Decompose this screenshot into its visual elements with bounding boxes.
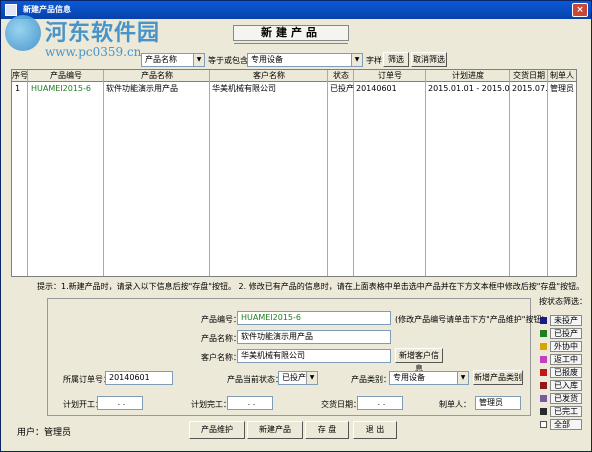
status-filter-label: 已投产 xyxy=(550,328,582,339)
watermark-logo-icon xyxy=(5,15,41,51)
status-swatch xyxy=(540,330,547,337)
column-divider xyxy=(104,70,210,276)
column-divider xyxy=(210,70,328,276)
cell-status: 已投产 xyxy=(330,84,354,93)
creator-label: 制单人： xyxy=(439,400,471,409)
watermark-title: 河东软件园 xyxy=(45,20,161,46)
status-swatch xyxy=(540,356,547,363)
cancel-filter-button[interactable]: 取消筛选 xyxy=(411,52,447,67)
status-select-value: 已投产 xyxy=(282,373,306,382)
column-divider xyxy=(354,70,426,276)
col-header-creator[interactable]: 制单人 xyxy=(548,70,576,82)
cell-delivery: 2015.07.08 xyxy=(512,84,548,93)
status-swatch xyxy=(540,395,547,402)
cell-creator: 管理员 xyxy=(550,84,574,93)
chevron-down-icon[interactable]: ▼ xyxy=(457,372,468,384)
category-select[interactable]: 专用设备 ▼ xyxy=(389,371,469,385)
status-swatch xyxy=(540,408,547,415)
code-label: 产品编号： xyxy=(201,315,241,324)
plan-start-field[interactable]: . . xyxy=(97,396,143,410)
code-field[interactable]: HUAMEI2015-6 xyxy=(237,311,391,325)
name-field[interactable]: 软件功能演示用产品 xyxy=(237,330,391,344)
product-table[interactable]: 序号 产品编号 产品名称 客户名称 状态 订单号 计划进度 交货日期 制单人 1… xyxy=(11,69,577,277)
status-swatch xyxy=(540,369,547,376)
col-header-delivery[interactable]: 交货日期 xyxy=(510,70,548,82)
col-header-no[interactable]: 序号 xyxy=(12,70,28,82)
exit-button[interactable]: 退 出 xyxy=(353,421,397,439)
code-hint: (修改产品编号请单击下方"产品维护"按钮) xyxy=(395,315,545,324)
cell-schedule: 2015.01.01 - 2015.06.09 xyxy=(428,84,510,93)
status-filter-title: 按状态筛选： xyxy=(539,297,587,306)
save-button[interactable]: 存 盘 xyxy=(305,421,349,439)
col-header-status[interactable]: 状态 xyxy=(328,70,354,82)
column-divider xyxy=(12,70,28,276)
order-label: 所属订单号： xyxy=(63,375,111,384)
chevron-down-icon[interactable]: ▼ xyxy=(193,54,204,66)
status-swatch xyxy=(540,382,547,389)
status-filter-label: 已入库 xyxy=(550,380,582,391)
cell-code: HUAMEI2015-6 xyxy=(31,84,91,93)
maintain-button[interactable]: 产品维护 xyxy=(189,421,245,439)
col-header-schedule[interactable]: 计划进度 xyxy=(426,70,510,82)
cell-customer: 华美机械有限公司 xyxy=(212,84,276,93)
chevron-down-icon[interactable]: ▼ xyxy=(351,54,362,66)
app-window: 新建产品信息 × 河东软件园 www.pc0359.cn 新建产品 产品名称 ▼… xyxy=(0,0,592,452)
col-header-name[interactable]: 产品名称 xyxy=(104,70,210,82)
status-filter-label: 已完工 xyxy=(550,406,582,417)
status-swatch xyxy=(540,343,547,350)
creator-field[interactable]: 管理员 xyxy=(475,396,521,410)
category-select-value: 专用设备 xyxy=(393,373,425,382)
filter-field-value: 产品名称 xyxy=(145,55,177,64)
watermark-url: www.pc0359.cn xyxy=(45,45,142,59)
status-filter-label: 外协中 xyxy=(550,341,582,352)
hint-text: 提示：1.新建产品时，请录入以下信息后按"存盘"按钮。 2. 修改已有产品的信息… xyxy=(37,282,585,291)
column-divider xyxy=(28,70,104,276)
current-user: 用户：管理员 xyxy=(17,428,72,438)
status-filter-label: 已报废 xyxy=(550,367,582,378)
new-customer-button[interactable]: 新增客户信息 xyxy=(395,348,443,373)
bottom-bar: 用户：管理员 产品维护 新建产品 存 盘 退 出 xyxy=(9,421,585,441)
filter-keyword-value: 专用设备 xyxy=(251,55,283,64)
cell-name: 软件功能演示用产品 xyxy=(106,84,178,93)
panel-title: 新建产品 xyxy=(233,25,349,44)
column-divider xyxy=(328,70,354,276)
close-button[interactable]: × xyxy=(572,3,588,17)
column-divider xyxy=(510,70,548,276)
customer-field[interactable]: 华美机械有限公司 xyxy=(237,349,391,363)
filter-keyword-select[interactable]: 专用设备 ▼ xyxy=(247,53,363,67)
chevron-down-icon[interactable]: ▼ xyxy=(306,372,317,384)
name-label: 产品名称： xyxy=(201,334,241,343)
delivery-field[interactable]: . . xyxy=(357,396,403,410)
new-category-button[interactable]: 新增产品类别 xyxy=(473,370,523,385)
status-label: 产品当前状态： xyxy=(227,375,283,384)
col-header-customer[interactable]: 客户名称 xyxy=(210,70,328,82)
order-field[interactable]: 20140601 xyxy=(105,371,173,385)
cell-order: 20140601 xyxy=(356,84,397,93)
category-label: 产品类别： xyxy=(351,375,391,384)
filter-operator-label: 等于或包含 xyxy=(208,56,248,65)
customer-label: 客户名称： xyxy=(201,353,241,362)
status-filter-label: 已发货 xyxy=(550,393,582,404)
status-swatch xyxy=(540,317,547,324)
plan-end-label: 计划完工： xyxy=(191,400,231,409)
delivery-label: 交货日期： xyxy=(321,400,361,409)
status-filter-label: 未投产 xyxy=(550,315,582,326)
cell-no: 1 xyxy=(15,84,21,93)
column-divider xyxy=(548,70,576,276)
status-filter-label: 返工中 xyxy=(550,354,582,365)
plan-end-field[interactable]: . . xyxy=(227,396,273,410)
column-divider xyxy=(426,70,510,276)
filter-button[interactable]: 筛选 xyxy=(383,52,409,67)
new-product-button[interactable]: 新建产品 xyxy=(247,421,303,439)
col-header-order[interactable]: 订单号 xyxy=(354,70,426,82)
status-select[interactable]: 已投产 ▼ xyxy=(278,371,318,385)
filter-mode-label: 字样 xyxy=(366,56,382,65)
filter-field-select[interactable]: 产品名称 ▼ xyxy=(141,53,205,67)
col-header-code[interactable]: 产品编号 xyxy=(28,70,104,82)
